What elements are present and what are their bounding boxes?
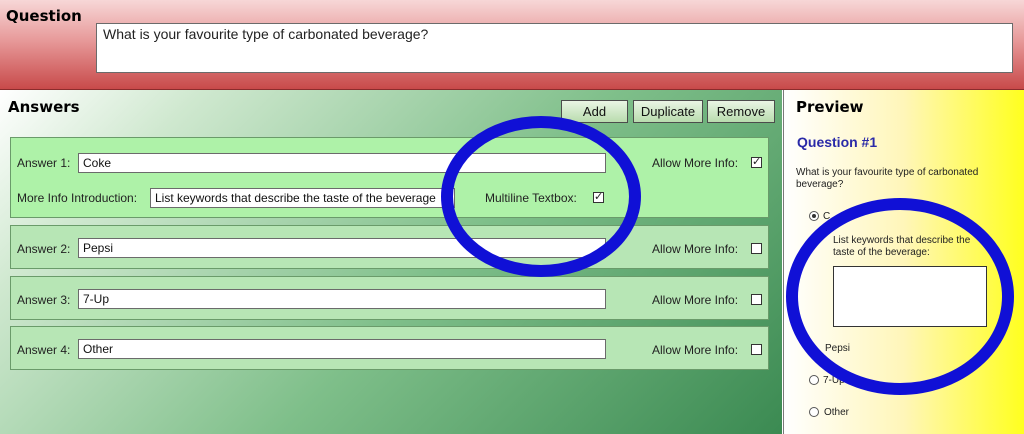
preview-question-text: What is your favourite type of carbonate… [796, 167, 979, 190]
answer-3-label: Answer 3: [17, 293, 71, 307]
answer-3-allow-more-info-checkbox[interactable] [751, 294, 762, 305]
question-section: Question What is your favourite type of … [0, 0, 1024, 90]
answer-panel-4[interactable]: Answer 4: Other Allow More Info: [10, 326, 769, 370]
answer-2-allow-more-info-label: Allow More Info: [652, 242, 739, 256]
more-info-introduction-label: More Info Introduction: [17, 191, 138, 205]
answer-4-allow-more-info-checkbox[interactable] [751, 344, 762, 355]
answer-1-allow-more-info-checkbox[interactable]: ✓ [751, 157, 762, 168]
answer-1-allow-more-info-label: Allow More Info: [652, 156, 739, 170]
question-heading: Question [6, 7, 82, 25]
preview-heading: Preview [796, 98, 864, 116]
answer-4-allow-more-info-label: Allow More Info: [652, 343, 739, 357]
remove-button[interactable]: Remove [707, 100, 775, 123]
answer-4-input[interactable]: Other [78, 339, 606, 359]
highlight-ring-answers [441, 116, 641, 277]
answer-panel-2[interactable]: Answer 2: Pepsi Allow More Info: [10, 225, 769, 269]
answers-section: Answers Add Duplicate Remove Answer 1: C… [0, 90, 782, 434]
preview-option-4-radio[interactable] [809, 407, 819, 417]
answer-4-label: Answer 4: [17, 343, 71, 357]
preview-option-1-radio[interactable] [809, 211, 819, 221]
answer-3-allow-more-info-label: Allow More Info: [652, 293, 739, 307]
answer-2-label: Answer 2: [17, 242, 71, 256]
more-info-introduction-input[interactable]: List keywords that describe the taste of… [150, 188, 455, 208]
duplicate-button[interactable]: Duplicate [633, 100, 703, 123]
highlight-ring-preview [786, 198, 1014, 395]
preview-option-4-label: Other [824, 407, 850, 418]
answer-panel-3[interactable]: Answer 3: 7-Up Allow More Info: [10, 276, 769, 320]
preview-question-number: Question #1 [797, 134, 878, 150]
answer-panel-1[interactable]: Answer 1: Coke Allow More Info: ✓ More I… [10, 137, 769, 218]
preview-option-3-radio[interactable] [809, 375, 819, 385]
answer-2-allow-more-info-checkbox[interactable] [751, 243, 762, 254]
answer-1-label: Answer 1: [17, 156, 71, 170]
answer-3-input[interactable]: 7-Up [78, 289, 606, 309]
answers-heading: Answers [8, 98, 80, 116]
question-text-input[interactable]: What is your favourite type of carbonate… [96, 23, 1013, 73]
